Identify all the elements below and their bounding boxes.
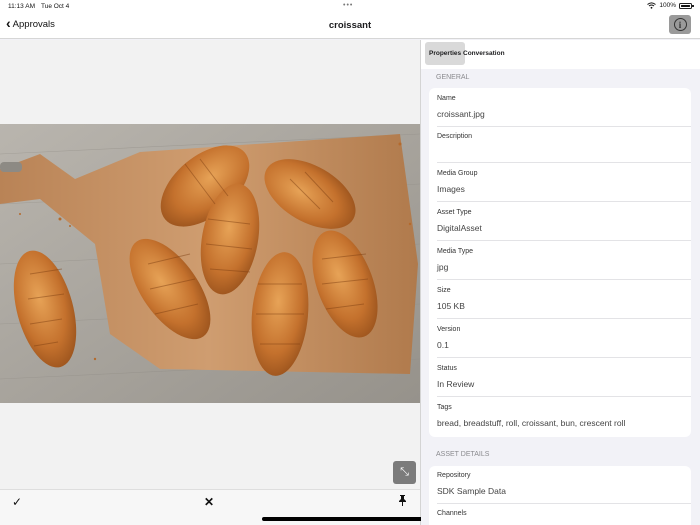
property-label: Channels	[437, 510, 467, 517]
property-row: Name croissant.jpg	[437, 88, 691, 127]
home-indicator	[262, 517, 438, 521]
property-row: Tags bread, breadstuff, roll, croissant,…	[437, 397, 691, 437]
property-label: Tags	[437, 404, 452, 411]
property-label: Name	[437, 95, 456, 102]
status-time: 11:13 AM	[8, 3, 35, 10]
pin-icon[interactable]	[398, 495, 407, 509]
general-group: Name croissant.jpg Description Media Gro…	[429, 88, 691, 437]
status-bar: 11:13 AM Tue Oct 4 ••• 100%	[0, 0, 700, 13]
section-header-general: GENERAL	[436, 74, 470, 81]
x-icon[interactable]: ✕	[204, 495, 214, 509]
property-value: 0.1	[437, 340, 449, 350]
checkmark-icon[interactable]: ✓	[12, 495, 22, 509]
battery-percent: 100%	[659, 2, 676, 9]
property-label: Media Type	[437, 248, 474, 255]
asset-details-group: Repository SDK Sample Data Channels	[429, 466, 691, 525]
property-label: Media Group	[437, 170, 478, 177]
battery-icon	[679, 2, 694, 9]
property-row: Size 105 KB	[437, 280, 691, 319]
tab-conversation[interactable]: Conversation	[459, 42, 509, 65]
expand-button[interactable]: ⤡	[393, 461, 416, 484]
info-icon: i	[673, 18, 687, 31]
multitasking-dots-icon[interactable]: •••	[343, 2, 353, 9]
property-label: Status	[437, 365, 457, 372]
page-title: croissant	[328, 20, 372, 31]
wifi-icon	[647, 2, 657, 9]
property-row: Media Group Images	[437, 163, 691, 202]
info-button[interactable]: i	[669, 15, 691, 34]
property-value: DigitalAsset	[437, 223, 482, 233]
navigation-bar: ‹ Approvals croissant i	[0, 13, 700, 39]
property-row: Repository SDK Sample Data	[437, 466, 691, 504]
property-row: Version 0.1	[437, 319, 691, 358]
property-value: jpg	[437, 262, 449, 272]
property-label: Description	[437, 133, 473, 140]
property-value: croissant.jpg	[437, 109, 485, 119]
property-row: Description	[437, 127, 691, 163]
image-preview-pane: ⤡	[0, 40, 420, 489]
section-header-asset-details: ASSET DETAILS	[436, 451, 490, 458]
expand-icon: ⤡	[400, 466, 409, 478]
property-label: Asset Type	[437, 209, 472, 216]
status-date: Tue Oct 4	[40, 3, 70, 10]
property-value: 105 KB	[437, 301, 465, 311]
property-label: Size	[437, 287, 451, 294]
segmented-control: Properties Conversation	[421, 40, 700, 69]
property-value: Images	[437, 184, 465, 194]
property-row: Status In Review	[437, 358, 691, 397]
property-value: bread, breadstuff, roll, croissant, bun,…	[437, 418, 626, 428]
property-label: Repository	[437, 472, 471, 479]
asset-image[interactable]	[0, 124, 420, 403]
property-row: Media Type jpg	[437, 241, 691, 280]
property-row: Asset Type DigitalAsset	[437, 202, 691, 241]
property-row: Channels	[437, 504, 691, 525]
property-value: SDK Sample Data	[437, 486, 506, 496]
property-value: In Review	[437, 379, 475, 389]
properties-pane: Properties Conversation GENERAL Name cro…	[421, 40, 700, 525]
property-label: Version	[437, 326, 461, 333]
